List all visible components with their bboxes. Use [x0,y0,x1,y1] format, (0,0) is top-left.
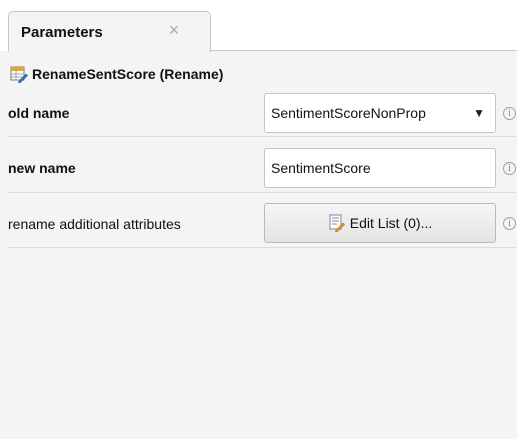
param-label-rename-additional: rename additional attributes [8,216,181,232]
operator-header: RenameSentScore (Rename) [8,62,517,86]
info-icon[interactable]: i [503,217,516,230]
edit-list-button[interactable]: Edit List (0)... [264,203,496,243]
tab-strip-divider [210,50,517,51]
old-name-value: SentimentScoreNonProp [271,105,426,121]
info-icon[interactable]: i [503,162,516,175]
old-name-dropdown[interactable]: SentimentScoreNonProp ▼ [264,93,496,133]
new-name-input[interactable]: SentimentScore [264,148,496,188]
edit-list-label: Edit List (0)... [349,215,433,231]
edit-list-icon [329,214,345,232]
parameters-panel: Parameters × RenameSentScore (Rename) ol… [0,0,517,439]
new-name-value: SentimentScore [271,160,371,176]
param-label-new-name: new name [8,160,76,176]
triangle-down-icon[interactable]: ▼ [473,106,485,120]
param-label-old-name: old name [8,105,70,121]
tab-parameters[interactable]: Parameters × [8,11,211,52]
close-icon[interactable]: × [164,18,184,42]
param-row-new-name: new name SentimentScore i [8,138,517,193]
tab-label: Parameters [21,24,103,41]
tab-strip: Parameters × [0,0,517,52]
info-icon[interactable]: i [503,107,516,120]
param-row-rename-additional: rename additional attributes Edit List (… [8,194,517,248]
rename-table-icon [10,66,28,83]
param-row-old-name: old name SentimentScoreNonProp ▼ i [8,90,517,137]
operator-title: RenameSentScore (Rename) [32,66,224,82]
